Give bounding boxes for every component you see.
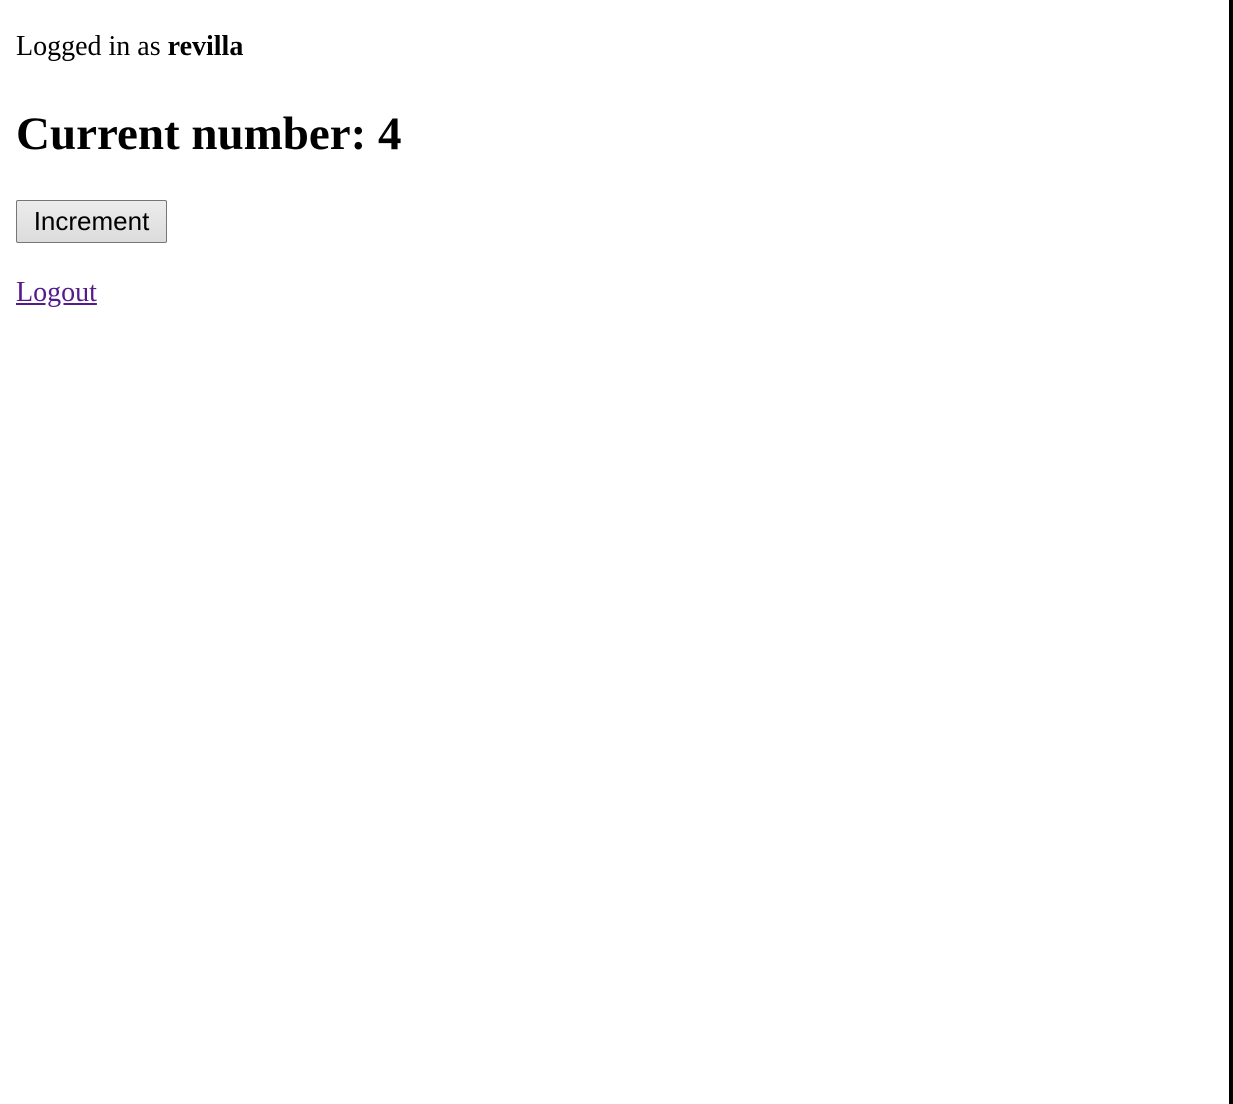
page-title: Current number: 4 xyxy=(16,106,402,162)
logout-link[interactable]: Logout xyxy=(16,276,97,310)
counter-label: Current number: xyxy=(16,108,367,160)
login-prefix: Logged in as xyxy=(16,31,161,62)
login-status: Logged in as revilla xyxy=(16,30,243,64)
increment-button[interactable]: Increment xyxy=(16,200,167,243)
counter-value: 4 xyxy=(378,108,402,160)
window-border xyxy=(1229,0,1233,1104)
username: revilla xyxy=(167,31,244,62)
